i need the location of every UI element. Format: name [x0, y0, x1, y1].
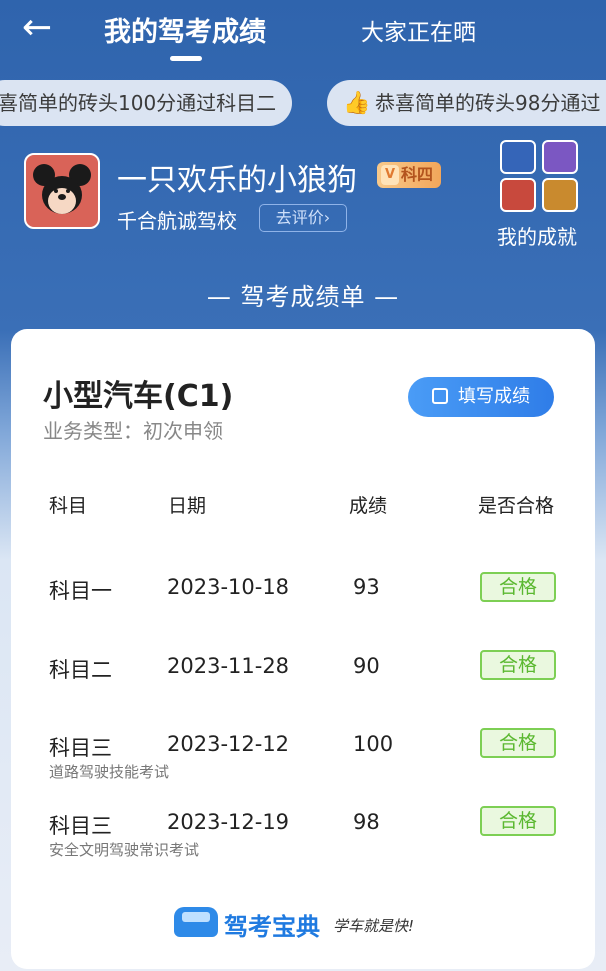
row-score: 100 [353, 732, 394, 756]
ticker-text: 恭喜简单的砖头98分通过 [375, 91, 601, 115]
edit-icon [432, 388, 448, 404]
achievements-label[interactable]: 我的成就 [497, 221, 577, 250]
row-date: 2023-12-19 [167, 810, 290, 834]
license-type: 小型汽车(C1) [43, 379, 234, 414]
row-subject: 科目一 [49, 579, 112, 603]
vip-badge: V 科四 [377, 162, 441, 188]
row-date: 2023-11-28 [167, 654, 290, 678]
header-subject: 科目 [49, 495, 88, 517]
business-type: 业务类型：初次申领 [43, 419, 223, 443]
back-button[interactable]: ← [22, 10, 62, 46]
pass-badge: 合格 [480, 650, 556, 680]
medal-purple-icon [542, 140, 578, 174]
row-note: 道路驾驶技能考试 [49, 763, 170, 781]
row-score: 98 [353, 810, 380, 834]
medal-red-icon [500, 178, 536, 212]
row-subject: 科目三 [49, 814, 112, 838]
pass-badge: 合格 [480, 806, 556, 836]
review-button[interactable]: 去评价› [259, 204, 347, 232]
tab-indicator [170, 56, 202, 61]
fill-score-label: 填写成绩 [458, 386, 530, 407]
pass-badge: 合格 [480, 572, 556, 602]
row-subject: 科目三 [49, 736, 112, 760]
scroll-ticker: 喜简单的砖头100分通过科目二 👍 恭喜简单的砖头98分通过 [0, 80, 606, 126]
user-nickname: 一只欢乐的小狼狗 [117, 163, 357, 198]
brand-footer: 驾考宝典 学车就是快! [11, 901, 595, 945]
ticker-text: 喜简单的砖头100分通过科目二 [0, 91, 277, 115]
badge-level: 科四 [400, 165, 433, 184]
pass-badge: 合格 [480, 728, 556, 758]
tab-my-scores[interactable]: 我的驾考成绩 [104, 10, 266, 49]
score-sheet-title: — 驾考成绩单 — [206, 283, 400, 311]
row-date: 2023-10-18 [167, 575, 290, 599]
medal-gold-icon [542, 178, 578, 212]
car-logo-icon [174, 907, 218, 937]
score-card: 小型汽车(C1) 业务类型：初次申领 填写成绩 科目 日期 成绩 是否合格 科目… [11, 329, 595, 969]
row-date: 2023-12-12 [167, 732, 290, 756]
arrow-left-icon: ← [22, 7, 53, 48]
header-date: 日期 [168, 495, 207, 517]
top-nav: ← 我的驾考成绩 大家正在晒 [0, 0, 606, 64]
tab-everyone-sharing[interactable]: 大家正在晒 [361, 13, 476, 47]
fill-score-button[interactable]: 填写成绩 [408, 377, 554, 417]
row-subject: 科目二 [49, 658, 112, 682]
header-score: 成绩 [349, 495, 388, 517]
medal-blue-icon [500, 140, 536, 174]
brand-slogan: 学车就是快! [333, 917, 415, 935]
row-note: 安全文明驾驶常识考试 [49, 841, 200, 859]
thumbs-up-icon: 👍 [343, 91, 371, 116]
avatar[interactable] [24, 153, 100, 229]
row-score: 93 [353, 575, 380, 599]
ticker-item[interactable]: 👍 恭喜简单的砖头98分通过 [327, 80, 606, 126]
header-pass: 是否合格 [478, 495, 555, 517]
row-score: 90 [353, 654, 380, 678]
ticker-item[interactable]: 喜简单的砖头100分通过科目二 [0, 80, 292, 126]
v-icon: V [381, 165, 399, 185]
brand-name: 驾考宝典 [224, 913, 320, 941]
driving-school-name: 千合航诚驾校 [117, 209, 237, 233]
achievements-medals[interactable] [500, 140, 582, 214]
